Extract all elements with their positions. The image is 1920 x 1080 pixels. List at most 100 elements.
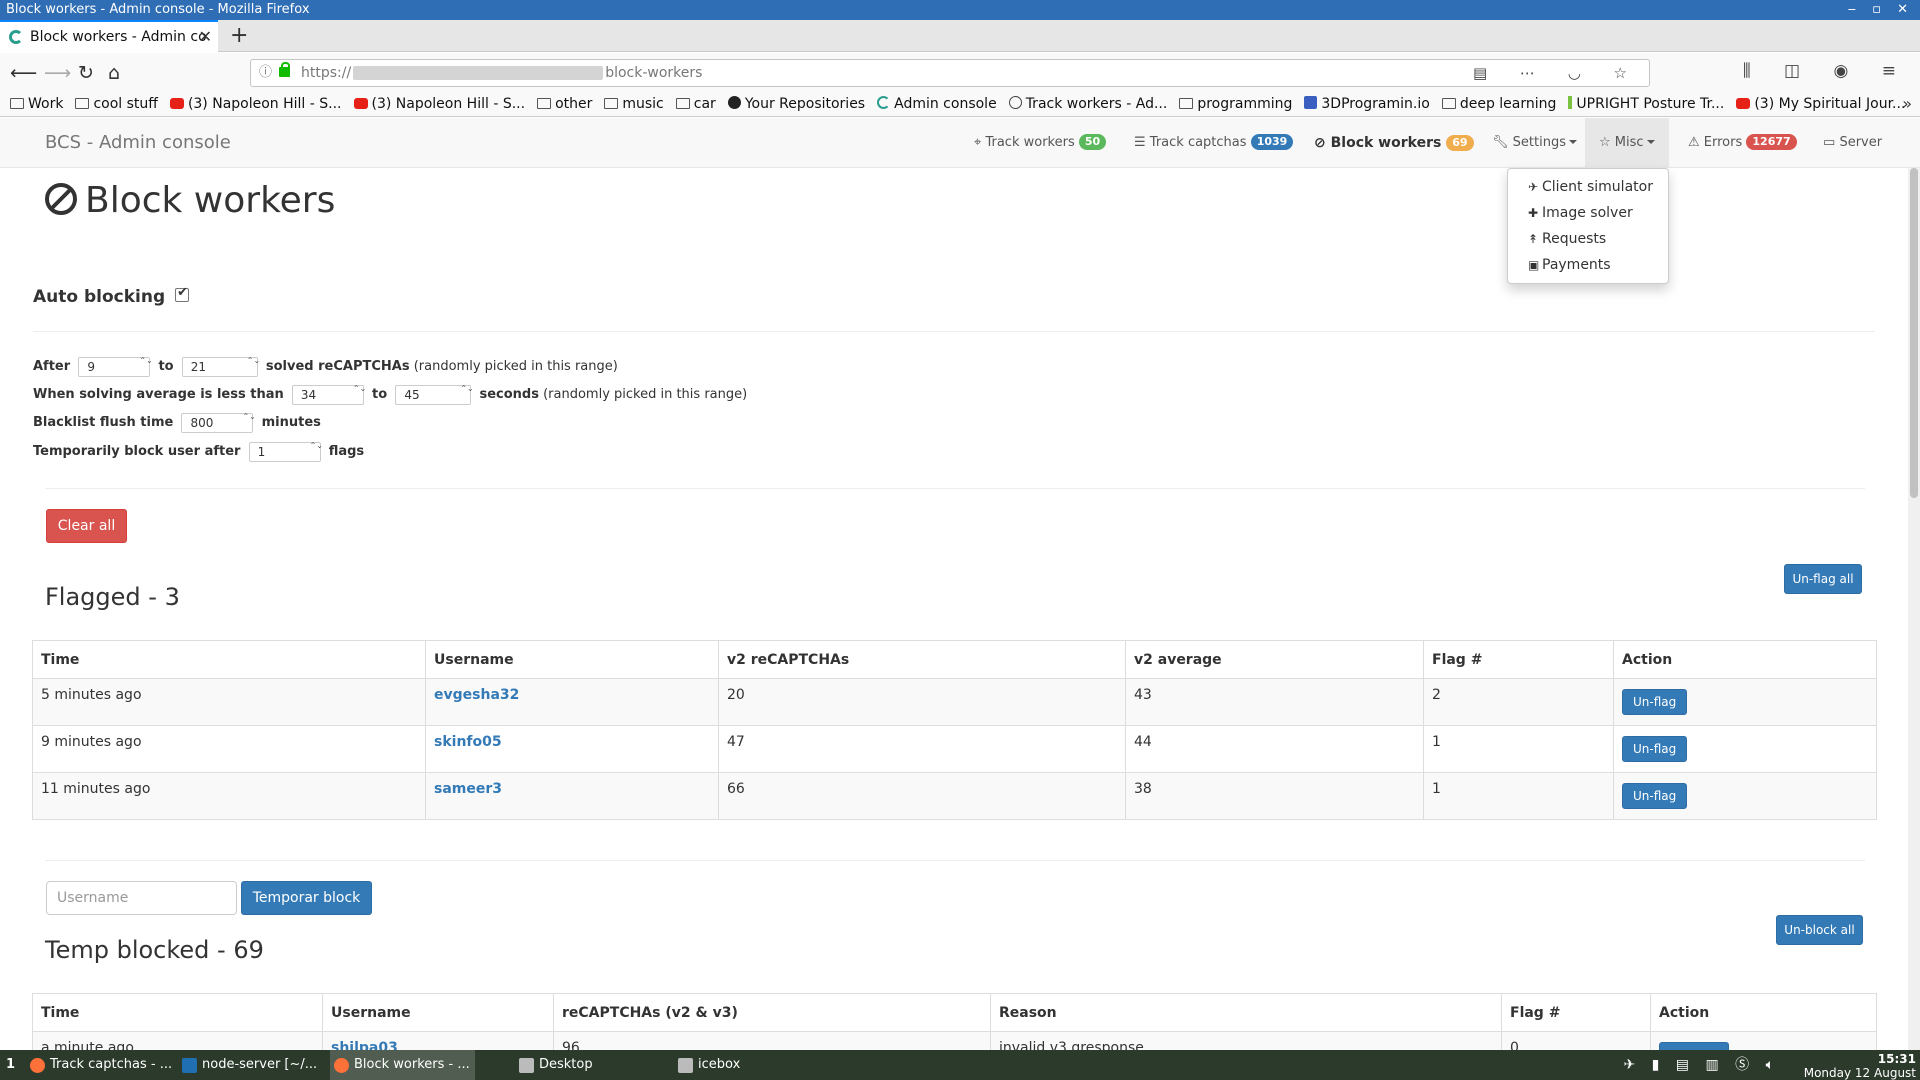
home-icon[interactable]: ⌂	[108, 61, 120, 85]
taskbar-item-firefox-block[interactable]: Block workers - ...	[330, 1050, 475, 1080]
to-label: to	[158, 359, 174, 374]
new-tab-button[interactable]: +	[230, 20, 248, 52]
username-link[interactable]: evgesha32	[434, 687, 519, 703]
bookmark-item[interactable]: (3) My Spiritual Jour...	[1736, 93, 1905, 115]
clock[interactable]: 15:31 Monday 12 August	[1804, 1050, 1916, 1080]
nav-server[interactable]: ▭ Server	[1823, 118, 1882, 168]
globe-icon	[1008, 96, 1022, 109]
col-flag: Flag #	[1423, 640, 1614, 679]
nav-label: Errors	[1703, 135, 1743, 150]
folder-icon	[10, 98, 24, 109]
page-title: Block workers	[45, 180, 335, 221]
reload-icon[interactable]: ↻	[78, 61, 94, 85]
unflag-button[interactable]: Un-flag	[1622, 689, 1688, 715]
bookmark-item[interactable]: Admin console	[877, 93, 997, 115]
unflag-button[interactable]: Un-flag	[1622, 736, 1688, 762]
browser-navbar: ⟵ ⟶ ↻ ⌂ ⓘ https://block-workers ▤ ⋯ ◡ ☆ …	[0, 53, 1920, 93]
bookmark-item[interactable]: Track workers - Ad...	[1008, 93, 1167, 115]
auto-blocking-label: Auto blocking	[33, 287, 166, 307]
window-titlebar: Block workers - Admin console - Mozilla …	[0, 0, 1920, 20]
vscode-icon	[182, 1058, 197, 1073]
ban-icon: ⊘	[1314, 135, 1326, 151]
back-icon[interactable]: ⟵	[10, 61, 37, 85]
taskbar-item-vscode[interactable]: node-server [~/...	[178, 1050, 323, 1080]
youtube-icon	[1736, 98, 1751, 109]
temporar-block-button[interactable]: Temporar block	[241, 881, 372, 915]
bookmark-item[interactable]: UPRIGHT Posture Tr...	[1568, 93, 1724, 115]
username-input[interactable]: Username	[46, 881, 237, 915]
clear-all-button[interactable]: Clear all	[46, 509, 127, 543]
forward-icon[interactable]: ⟶	[44, 61, 71, 85]
system-tray-icons[interactable]: ✈ ▮ ▤ ▥ Ⓢ 🔈︎	[1623, 1050, 1780, 1080]
menu-item-client-simulator[interactable]: ✈ Client simulator	[1508, 174, 1668, 200]
temp-block-flags-input[interactable]: 1	[248, 441, 321, 462]
nav-track-captchas[interactable]: ☰ Track captchas 1039	[1134, 118, 1294, 168]
nav-misc[interactable]: ☆ Misc	[1585, 118, 1669, 168]
bookmark-item[interactable]: other	[537, 93, 592, 115]
table-row: 11 minutes ago sameer3 66 38 1 Un-flag	[32, 772, 1877, 820]
bookmark-label: (3) Napoleon Hill - S...	[371, 96, 526, 112]
bookmark-label: Admin console	[894, 96, 997, 112]
toolbar-icons[interactable]: ⫼ ◫ ◉ ≡	[1743, 61, 1910, 81]
username-link[interactable]: skinfo05	[434, 734, 502, 750]
tab-close-icon[interactable]: ✕	[199, 22, 212, 52]
app-navbar: BCS - Admin console ⌖ Track workers 50 ☰…	[0, 118, 1920, 168]
browser-tab-active[interactable]: Block workers - Admin co ✕	[0, 20, 218, 53]
solved-label: solved reCAPTCHAs	[265, 359, 410, 374]
unblock-all-button[interactable]: Un-block all	[1776, 915, 1863, 945]
bookmark-item[interactable]: Your Repositories	[727, 93, 865, 115]
unflag-button[interactable]: Un-flag	[1622, 783, 1688, 809]
window-controls[interactable]: ‒ ▫ ✕	[1848, 0, 1914, 20]
auto-blocking-toggle[interactable]: Auto blocking	[33, 285, 190, 307]
wrench-icon: 🔧︎	[1492, 135, 1509, 150]
folder-icon	[1179, 98, 1194, 109]
taskbar-item-icebox[interactable]: icebox	[674, 1050, 794, 1080]
bookmark-item[interactable]: music	[604, 93, 664, 115]
bookmark-label: programming	[1197, 96, 1293, 112]
site-info-icon[interactable]: ⓘ	[259, 60, 272, 86]
bookmark-item[interactable]: Work	[10, 93, 63, 115]
menu-item-image-solver[interactable]: ✚ Image solver	[1508, 200, 1668, 226]
cell-time: 5 minutes ago	[32, 678, 426, 726]
taskbar-item-firefox-captchas[interactable]: Track captchas - ...	[26, 1050, 172, 1080]
bookmark-item[interactable]: (3) Napoleon Hill - S...	[169, 93, 342, 115]
menu-label: Requests	[1542, 231, 1607, 247]
bookmarks-overflow-icon[interactable]: »	[1902, 93, 1912, 115]
taskbar-item-desktop[interactable]: Desktop	[515, 1050, 635, 1080]
brand[interactable]: BCS - Admin console	[45, 118, 231, 168]
scrollbar-thumb[interactable]	[1910, 168, 1918, 498]
admin-console-icon	[877, 96, 891, 109]
after-min-input[interactable]: 9	[78, 356, 151, 377]
url-bar[interactable]: ⓘ https:// block-workers ▤ ⋯ ◡ ☆	[250, 59, 1650, 87]
unflag-all-button[interactable]: Un-flag all	[1784, 564, 1862, 594]
username-link[interactable]: sameer3	[434, 781, 502, 797]
page-scrollbar[interactable]	[1908, 168, 1920, 1050]
nav-track-workers[interactable]: ⌖ Track workers 50	[974, 118, 1107, 168]
menu-item-requests[interactable]: ↟ Requests	[1508, 226, 1668, 252]
after-max-input[interactable]: 21	[181, 356, 258, 377]
bookmark-item[interactable]: 3DProgramin.io	[1304, 93, 1430, 115]
bookmark-item[interactable]: cool stuff	[75, 93, 158, 115]
money-icon: ▣	[1528, 258, 1540, 272]
workspace-indicator[interactable]: 1	[6, 1050, 15, 1080]
bookmark-item[interactable]: deep learning	[1441, 93, 1556, 115]
bookmark-item[interactable]: car	[675, 93, 716, 115]
taskbar-label: icebox	[698, 1057, 741, 1072]
bookmark-label: other	[555, 96, 593, 112]
nav-errors[interactable]: ⚠ Errors 12677	[1688, 118, 1797, 168]
form-row-temp-block: Temporarily block user after 1 flags	[33, 441, 364, 463]
nav-settings[interactable]: 🔧︎ Settings	[1492, 118, 1577, 168]
flush-time-input[interactable]: 800	[181, 412, 254, 433]
menu-item-payments[interactable]: ▣ Payments	[1508, 252, 1668, 278]
col-action: Action	[1613, 640, 1877, 679]
nav-block-workers[interactable]: ⊘ Block workers 69	[1314, 118, 1474, 168]
cell-action: Un-flag	[1613, 772, 1877, 820]
average-min-input[interactable]: 34	[291, 384, 364, 405]
bookmark-item[interactable]: (3) Napoleon Hill - S...	[353, 93, 526, 115]
col-flag: Flag #	[1501, 993, 1651, 1032]
average-max-input[interactable]: 45	[395, 384, 472, 405]
laptop-icon: ▭	[1823, 135, 1836, 150]
url-actions-icons[interactable]: ▤ ⋯ ◡ ☆	[1473, 60, 1641, 86]
bookmark-item[interactable]: programming	[1179, 93, 1292, 115]
auto-blocking-checkbox[interactable]	[175, 285, 190, 302]
